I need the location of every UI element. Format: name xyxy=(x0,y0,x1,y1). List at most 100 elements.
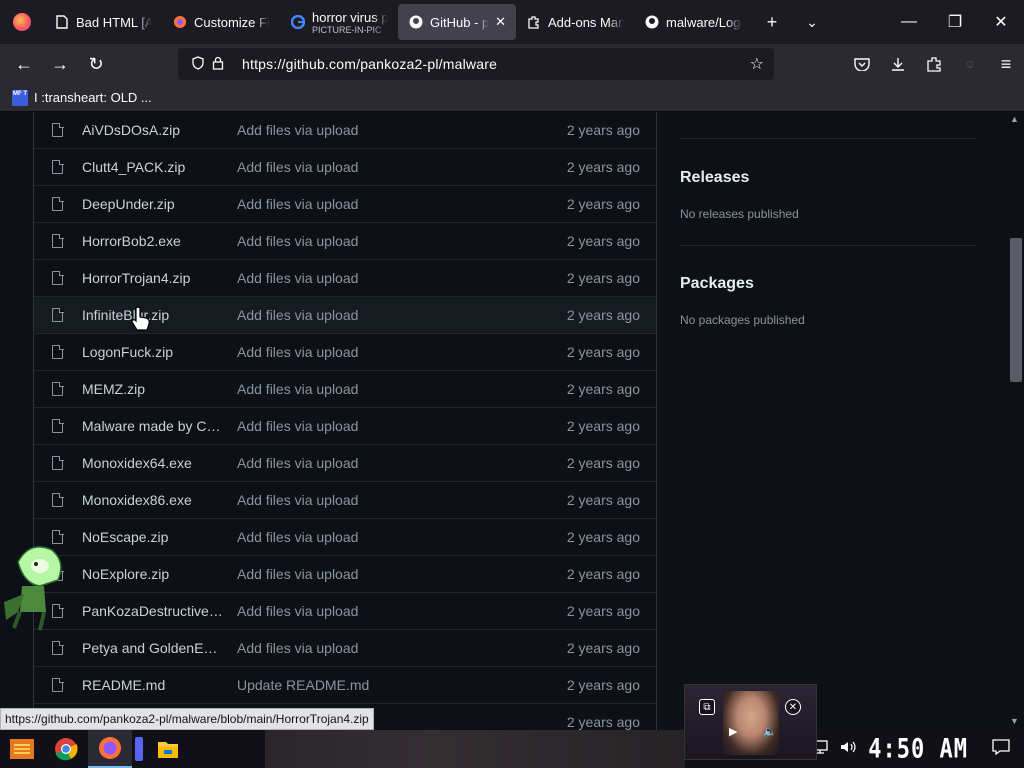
file-name-link[interactable]: HorrorBob2.exe xyxy=(82,233,224,249)
file-name-link[interactable]: DeepUnder.zip xyxy=(82,196,224,212)
file-row[interactable]: LogonFuck.zip Add files via upload 2 years… xyxy=(34,334,656,371)
commit-message-link[interactable]: Add files via upload xyxy=(237,418,358,434)
file-row[interactable]: Monoxidex86.exe Add files via upload 2 yea… xyxy=(34,482,656,519)
picture-in-picture-video[interactable]: ⧉ ✕ ▶ 🔈 xyxy=(684,684,817,760)
file-row[interactable]: Clutt4_PACK.zip Add files via upload 2 yea… xyxy=(34,149,656,186)
commit-message-link[interactable]: Add files via upload xyxy=(237,122,358,138)
tab-horror-virus[interactable]: horror virus p PICTURE-IN-PIC xyxy=(280,4,398,40)
forward-arrow-icon[interactable]: → xyxy=(42,48,78,80)
scroll-up-arrow-icon[interactable]: ▲ xyxy=(1010,114,1019,124)
file-row[interactable]: NoExplore.zip Add files via upload 2 years… xyxy=(34,556,656,593)
tab-bad-html[interactable]: Bad HTML [ANAL xyxy=(44,4,162,40)
file-row[interactable]: PanKozaDestructive.zip Add files via uplo… xyxy=(34,593,656,630)
commit-message-link[interactable]: Add files via upload xyxy=(237,307,358,323)
bookmark-star-icon[interactable]: ☆ xyxy=(750,54,764,74)
file-icon xyxy=(52,307,64,322)
extensions-puzzle-icon[interactable] xyxy=(916,48,952,80)
commit-message-link[interactable]: Add files via upload xyxy=(237,233,358,249)
commit-message-link[interactable]: Add files via upload xyxy=(237,270,358,286)
scroll-down-arrow-icon[interactable]: ▼ xyxy=(1010,716,1019,726)
chrome-icon[interactable] xyxy=(44,730,88,768)
hamburger-menu-icon[interactable]: ≡ xyxy=(988,48,1024,80)
restore-window-icon[interactable]: ❐ xyxy=(932,0,978,44)
file-row[interactable]: HorrorBob2.exe Add files via upload 2 year… xyxy=(34,223,656,260)
commit-message-link[interactable]: Update README.md xyxy=(237,677,369,693)
file-name-link[interactable]: Clutt4_PACK.zip xyxy=(82,159,224,175)
new-tab-plus-icon[interactable]: + xyxy=(752,4,792,40)
firefox-logo-icon[interactable] xyxy=(0,0,44,44)
file-row[interactable]: README.md Update README.md 2 years ago xyxy=(34,667,656,704)
commit-message-link[interactable]: Add files via upload xyxy=(237,344,358,360)
file-icon xyxy=(52,677,64,692)
file-row[interactable]: HorrorTrojan4.zip Add files via upload 2 y… xyxy=(34,260,656,297)
firefox-icon[interactable] xyxy=(88,730,132,768)
downloads-icon[interactable] xyxy=(880,48,916,80)
file-row[interactable]: Malware made by Co... Add files via uploa… xyxy=(34,408,656,445)
file-row[interactable]: InfiniteBlur.zip Add files via upload 2 ye… xyxy=(34,297,656,334)
packages-heading[interactable]: Packages xyxy=(680,275,976,293)
file-row[interactable]: Petya and GoldenEye... Add files via uplo… xyxy=(34,630,656,667)
file-name-link[interactable]: Monoxidex86.exe xyxy=(82,492,224,508)
close-tab-icon[interactable]: ✕ xyxy=(495,14,506,30)
file-row[interactable]: NoEscape.zip Add files via upload 2 years … xyxy=(34,519,656,556)
account-icon[interactable]: ☺ xyxy=(952,48,988,80)
link-status-url: https://github.com/pankoza2-pl/malware/b… xyxy=(0,708,374,730)
volume-icon[interactable] xyxy=(840,740,858,759)
file-row[interactable]: Monoxidex64.exe Add files via upload 2 yea… xyxy=(34,445,656,482)
list-all-tabs-chevron-icon[interactable]: ⌄ xyxy=(792,4,832,40)
commit-message-link[interactable]: Add files via upload xyxy=(237,381,358,397)
file-row[interactable]: DeepUnder.zip Add files via upload 2 years… xyxy=(34,186,656,223)
file-name-link[interactable]: PanKozaDestructive.zip xyxy=(82,603,224,619)
page-scrollbar-thumb[interactable] xyxy=(1010,238,1022,382)
pip-return-to-tab-icon[interactable]: ⧉ xyxy=(699,699,715,715)
commit-message-link[interactable]: Add files via upload xyxy=(237,529,358,545)
pip-play-icon[interactable]: ▶ xyxy=(729,725,737,738)
commit-message-link[interactable]: Add files via upload xyxy=(237,455,358,471)
file-name-link[interactable]: Petya and GoldenEye... xyxy=(82,640,224,656)
commit-message-link[interactable]: Add files via upload xyxy=(237,196,358,212)
file-row[interactable]: AiVDsDOsA.zip Add files via upload 2 years… xyxy=(34,112,656,149)
commit-message-link[interactable]: Add files via upload xyxy=(237,603,358,619)
lock-icon[interactable] xyxy=(208,56,228,73)
commit-message-link[interactable]: Add files via upload xyxy=(237,492,358,508)
start-app-icon[interactable] xyxy=(0,730,44,768)
file-name-link[interactable]: NoExplore.zip xyxy=(82,566,224,582)
file-name-link[interactable]: HorrorTrojan4.zip xyxy=(82,270,224,286)
page-scrollbar-track[interactable] xyxy=(1008,112,1024,730)
bookmark-item[interactable]: MF T I :transheart: OLD ... xyxy=(0,89,152,106)
back-arrow-icon[interactable]: ← xyxy=(6,48,42,80)
file-name-link[interactable]: MEMZ.zip xyxy=(82,381,224,397)
tab-github-active[interactable]: GitHub - pa ✕ xyxy=(398,4,516,40)
discord-icon[interactable] xyxy=(132,730,146,768)
file-name-link[interactable]: NoEscape.zip xyxy=(82,529,224,545)
pip-mute-icon[interactable]: 🔈 xyxy=(763,725,777,738)
tab-customize-firefox[interactable]: Customize Fir xyxy=(162,4,280,40)
close-window-icon[interactable]: ✕ xyxy=(978,0,1024,44)
minimize-icon[interactable]: — xyxy=(886,0,932,44)
navigation-toolbar: ← → ↻ https://github.com/pankoza2-pl/mal… xyxy=(0,44,1024,84)
commit-date: 2 years ago xyxy=(566,455,640,471)
taskbar-clock[interactable]: 4:50 AM xyxy=(868,734,968,764)
releases-heading[interactable]: Releases xyxy=(680,169,976,187)
file-icon xyxy=(52,381,64,396)
commit-message-link[interactable]: Add files via upload xyxy=(237,159,358,175)
tab-addons-manager[interactable]: Add-ons Mana xyxy=(516,4,634,40)
tab-malware-logo[interactable]: malware/Logo xyxy=(634,4,752,40)
file-name-link[interactable]: README.md xyxy=(82,677,224,693)
commit-message-link[interactable]: Add files via upload xyxy=(237,566,358,582)
commit-message-link[interactable]: Add files via upload xyxy=(237,640,358,656)
pocket-icon[interactable] xyxy=(844,48,880,80)
commit-date: 2 years ago xyxy=(566,344,640,360)
reload-icon[interactable]: ↻ xyxy=(78,48,114,80)
notifications-icon[interactable] xyxy=(992,738,1010,760)
file-row[interactable]: MEMZ.zip Add files via upload 2 years ago xyxy=(34,371,656,408)
file-name-link[interactable]: LogonFuck.zip xyxy=(82,344,224,360)
pip-close-icon[interactable]: ✕ xyxy=(785,699,801,715)
file-explorer-icon[interactable] xyxy=(146,730,190,768)
file-name-link[interactable]: Monoxidex64.exe xyxy=(82,455,224,471)
file-name-link[interactable]: AiVDsDOsA.zip xyxy=(82,122,224,138)
tracking-protection-shield-icon[interactable] xyxy=(188,55,208,73)
commit-date: 2 years ago xyxy=(566,529,640,545)
file-name-link[interactable]: Malware made by Co... xyxy=(82,418,224,434)
address-bar[interactable]: https://github.com/pankoza2-pl/malware ☆ xyxy=(178,48,774,80)
